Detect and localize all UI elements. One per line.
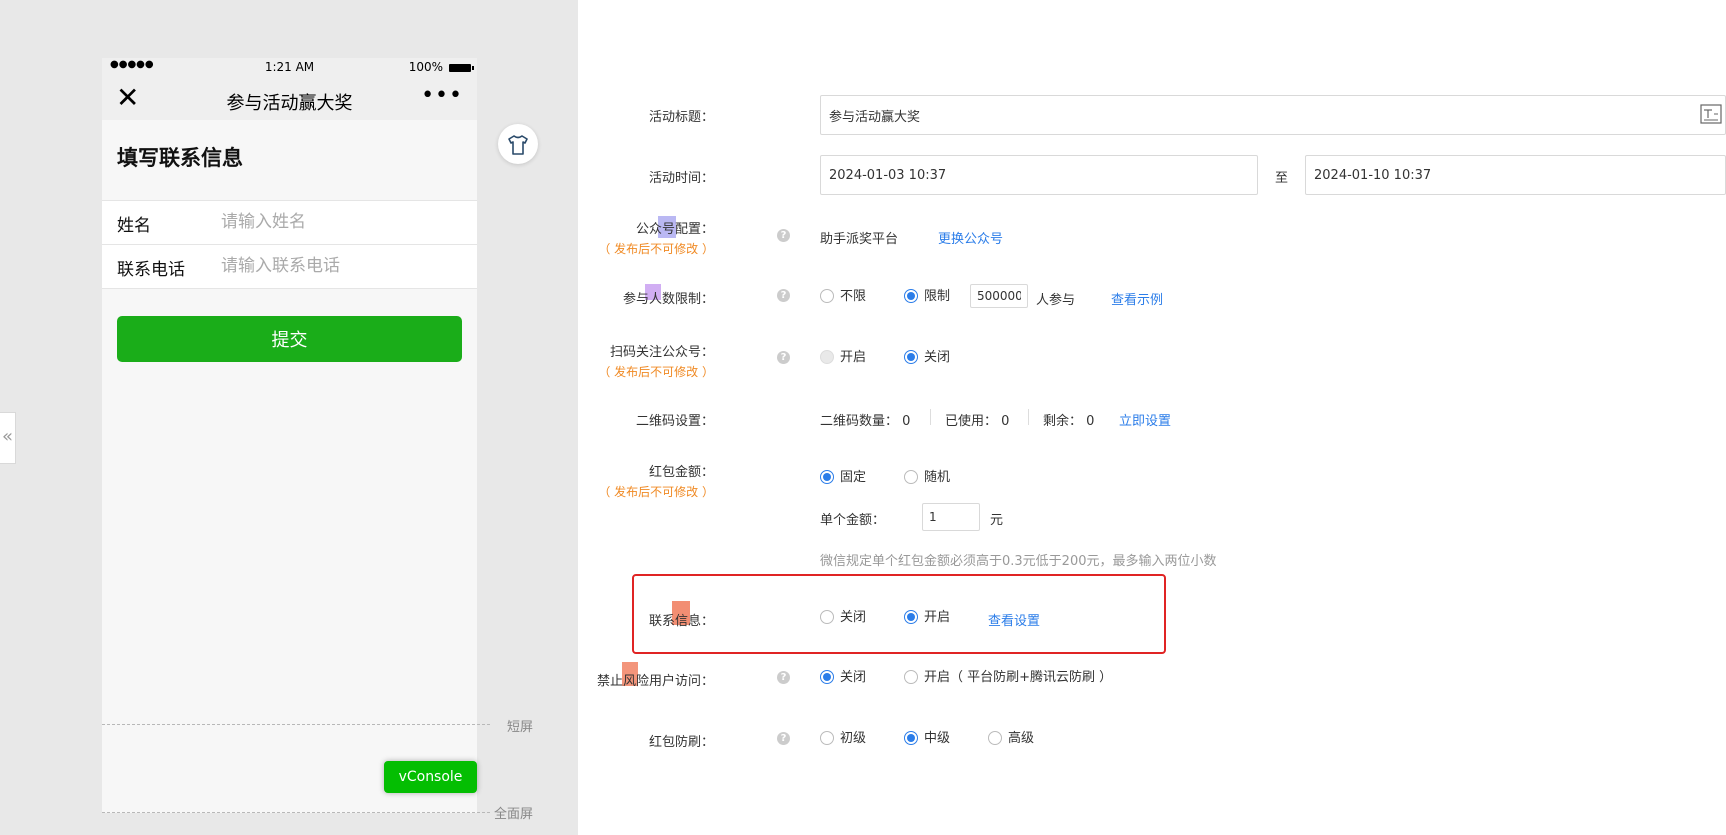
qrcode-label: 二维码设置： — [635, 414, 714, 429]
qrcode-used: 已使用： 0 — [945, 414, 1010, 429]
antibrush-radio-group: 初级 中级 高级 — [820, 729, 1120, 749]
nav-bar: ✕ 参与活动赢大奖 ••• — [102, 78, 477, 120]
radio-icon — [904, 669, 918, 684]
highlight-annotation — [632, 574, 1166, 654]
qrcode-count: 二维码数量： 0 — [820, 414, 911, 429]
amount-fixed-radio[interactable]: 固定 — [820, 468, 866, 488]
collapse-panel-button[interactable]: « — [0, 412, 16, 464]
setup-qrcode-link[interactable]: 立即设置 — [1119, 410, 1171, 429]
radio-icon — [904, 349, 918, 364]
risk-radio-group: 关闭 开启（ 平台防刷+腾讯云防刷 ） — [820, 668, 1220, 688]
time-separator: 至 — [1275, 171, 1289, 186]
view-example-link[interactable]: 查看示例 — [1111, 289, 1163, 308]
name-label: 姓名 — [117, 216, 151, 236]
risk-on-radio[interactable]: 开启（ 平台防刷+腾讯云防刷 ） — [904, 668, 1112, 688]
start-time-input[interactable] — [820, 155, 1258, 195]
radio-icon — [820, 288, 834, 303]
limit-unlimited-radio[interactable]: 不限 — [820, 287, 866, 307]
follow-off-radio[interactable]: 关闭 — [904, 348, 950, 368]
radio-icon — [988, 730, 1002, 745]
full-screen-line — [102, 812, 490, 813]
radio-icon — [820, 730, 834, 745]
antibrush-mid-radio[interactable]: 中级 — [904, 729, 950, 749]
full-screen-label: 全面屏 — [494, 807, 534, 822]
time-label: 活动时间： — [648, 171, 714, 186]
radio-icon — [820, 469, 834, 484]
text-format-icon[interactable] — [1700, 104, 1722, 124]
help-icon[interactable]: ? — [777, 671, 790, 684]
amount-unit: 元 — [990, 513, 1004, 528]
follow-on-radio[interactable]: 开启 — [820, 348, 866, 368]
title-input[interactable] — [820, 95, 1726, 135]
change-account-link[interactable]: 更换公众号 — [938, 228, 1003, 247]
antibrush-low-radio[interactable]: 初级 — [820, 729, 866, 749]
amount-label-text: 红包金额： — [648, 465, 714, 480]
battery-icon — [449, 64, 474, 72]
battery-percent: 100% — [408, 60, 443, 74]
radio-icon — [820, 669, 834, 684]
antibrush-label: 红包防刷： — [648, 735, 714, 750]
name-row: 姓名 — [102, 200, 477, 244]
more-icon[interactable]: ••• — [421, 84, 463, 108]
phone-preview: ●●●●● 1:21 AM 100% ✕ 参与活动赢大奖 ••• 填写联系信息 … — [102, 58, 477, 813]
help-icon[interactable]: ? — [777, 351, 790, 364]
limit-label: 参与人数限制： — [622, 292, 714, 307]
amount-random-radio[interactable]: 随机 — [904, 468, 950, 488]
form-title: 填写联系信息 — [117, 146, 243, 170]
risk-off-radio[interactable]: 关闭 — [820, 668, 866, 688]
divider — [1028, 409, 1029, 425]
limit-suffix: 人参与 — [1036, 293, 1076, 308]
skin-button[interactable] — [498, 124, 538, 164]
risk-label: 禁止风险用户访问： — [596, 674, 714, 689]
amount-note: （ 发布后不可修改 ） — [598, 485, 714, 499]
follow-label-text: 扫码关注公众号： — [609, 345, 714, 360]
end-time-input[interactable] — [1305, 155, 1726, 195]
antibrush-high-radio[interactable]: 高级 — [988, 729, 1034, 749]
help-icon[interactable]: ? — [777, 229, 790, 242]
help-icon[interactable]: ? — [777, 289, 790, 302]
single-amount-label: 单个金额： — [820, 513, 886, 528]
limit-limited-radio[interactable]: 限制 — [904, 287, 950, 307]
radio-icon — [904, 730, 918, 745]
radio-icon — [820, 349, 834, 364]
account-label: 公众号配置： （ 发布后不可修改 ） — [474, 218, 714, 257]
limit-count-input[interactable] — [970, 284, 1028, 308]
phone-row: 联系电话 — [102, 244, 477, 289]
phone-label: 联系电话 — [117, 260, 185, 280]
radio-icon — [904, 469, 918, 484]
account-value: 助手派奖平台 — [820, 232, 899, 247]
settings-form: 活动标题： 活动时间： 至 公众号配置： （ 发布后不可修改 ） ? 助手派奖平… — [578, 0, 1726, 835]
shirt-icon — [508, 134, 528, 155]
follow-note: （ 发布后不可修改 ） — [598, 365, 714, 379]
title-label: 活动标题： — [648, 110, 714, 125]
vconsole-button[interactable]: vConsole — [384, 761, 477, 793]
divider — [930, 409, 931, 425]
amount-radio-group: 固定 随机 — [820, 468, 1120, 488]
status-bar: ●●●●● 1:21 AM 100% — [102, 58, 477, 78]
single-amount-input[interactable] — [922, 503, 980, 531]
radio-icon — [904, 288, 918, 303]
qrcode-left: 剩余： 0 — [1043, 414, 1095, 429]
follow-label: 扫码关注公众号： （ 发布后不可修改 ） — [474, 341, 714, 380]
name-input[interactable] — [221, 207, 461, 237]
help-icon[interactable]: ? — [777, 732, 790, 745]
short-screen-line — [102, 724, 490, 725]
follow-radio-group: 开启 关闭 — [820, 348, 1120, 368]
account-label-text: 公众号配置： — [635, 222, 714, 237]
account-note: （ 发布后不可修改 ） — [598, 242, 714, 256]
phone-input[interactable] — [221, 251, 461, 281]
submit-button[interactable]: 提交 — [117, 316, 462, 362]
amount-label: 红包金额： （ 发布后不可修改 ） — [474, 461, 714, 500]
amount-hint: 微信规定单个红包金额必须高于0.3元低于200元，最多输入两位小数 — [820, 554, 1217, 569]
